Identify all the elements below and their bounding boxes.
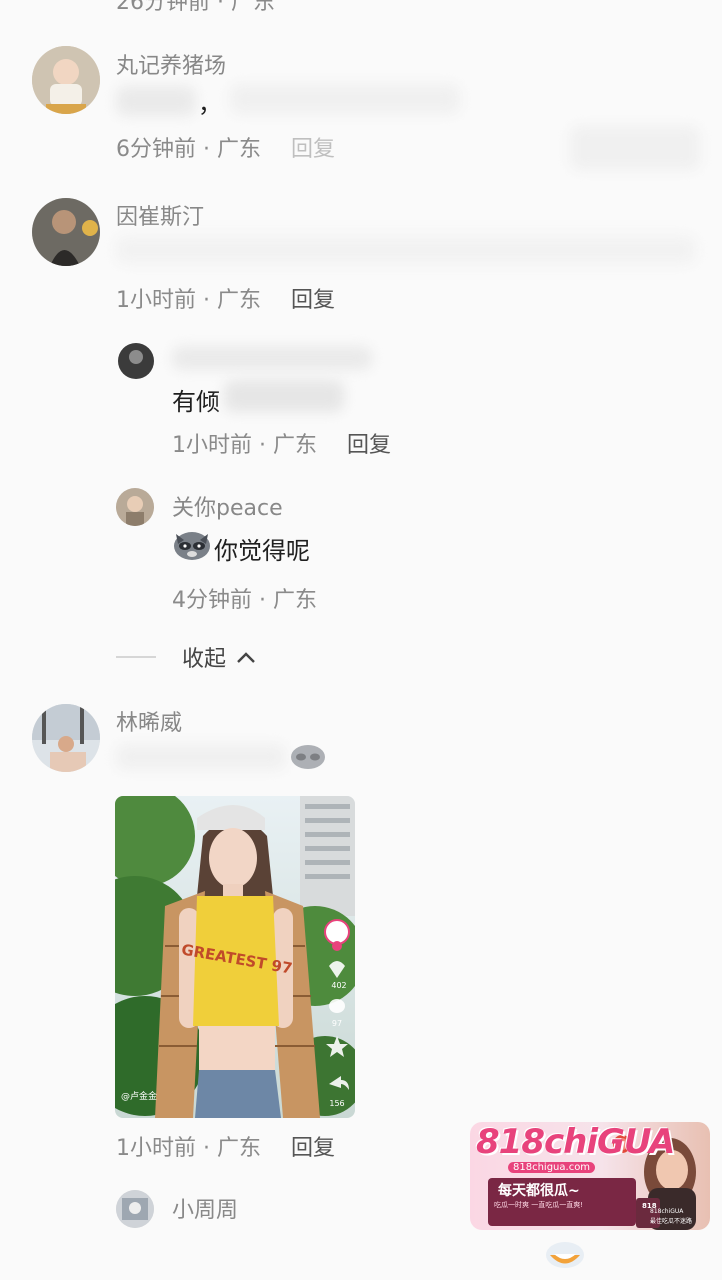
- comment-username[interactable]: 小周周: [172, 1192, 238, 1224]
- avatar[interactable]: [116, 488, 154, 526]
- avatar-image: [116, 488, 154, 526]
- avatar[interactable]: [32, 198, 100, 266]
- previous-comment-meta: 26分钟前 · 广东: [116, 0, 275, 15]
- blurred-reply-text: [224, 380, 344, 412]
- ad-tagline-sub: 最佳吃瓜不迷路: [650, 1218, 693, 1225]
- video-author: @卢金金: [121, 1090, 157, 1102]
- avatar-image: [118, 343, 154, 379]
- comment-location: 广东: [216, 288, 261, 313]
- comment-meta: 6分钟前 · 广东 回复: [116, 137, 336, 162]
- comment-location: 广东: [216, 1136, 261, 1161]
- reply-username[interactable]: 关你peace: [172, 490, 283, 522]
- collapse-label: 收起: [182, 647, 227, 672]
- comment-time: 1小时前: [116, 288, 196, 313]
- comment-count: 97: [332, 1019, 342, 1028]
- blurred-comment-text: [116, 236, 696, 264]
- ad-tagline: 818chiGUA: [650, 1208, 684, 1215]
- reply-button[interactable]: 回复: [291, 288, 335, 313]
- reply-location: 广东: [272, 588, 317, 613]
- reply-button[interactable]: 回复: [291, 1136, 335, 1161]
- raccoon-emoji-icon: [288, 742, 328, 770]
- comment-username[interactable]: 丸记养猪场: [116, 48, 226, 80]
- blurred-like-area: [570, 126, 700, 170]
- reply-time: 1小时前: [172, 433, 252, 458]
- avatar-image: [32, 198, 100, 266]
- ad-slogan: 每天都很瓜~: [498, 1183, 580, 1199]
- blurred-reply-username: [172, 346, 372, 370]
- avatar[interactable]: [118, 343, 154, 379]
- comment-text: ，: [198, 90, 222, 118]
- reply-meta: 1小时前 · 广东 回复: [172, 433, 392, 458]
- reply-meta: 4分钟前 · 广东: [172, 588, 317, 613]
- comment-meta: 1小时前 · 广东 回复: [116, 288, 336, 313]
- blurred-comment-text: [116, 86, 196, 116]
- comment-username[interactable]: 因崔斯汀: [116, 199, 204, 231]
- reply-location: 广东: [272, 433, 317, 458]
- comment-meta: 1小时前 · 广东 回复: [116, 1136, 336, 1161]
- ad-banner[interactable]: 818chiGUA 818chigua.com 每天都很瓜~ 吃瓜一时爽 一直吃…: [470, 1122, 710, 1230]
- reply-text: 你觉得呢: [214, 537, 310, 565]
- comment-time: 6分钟前: [116, 137, 196, 162]
- avatar[interactable]: [32, 46, 100, 114]
- avatar[interactable]: [32, 704, 100, 772]
- raccoon-emoji-icon: [172, 528, 212, 562]
- avatar-image: [32, 46, 100, 114]
- collapse-replies-button[interactable]: 收起: [116, 641, 256, 673]
- emoji-icon[interactable]: [544, 1240, 586, 1270]
- avatar-image: [32, 704, 100, 772]
- avatar-image: [116, 1190, 154, 1228]
- reply-button[interactable]: 回复: [347, 433, 391, 458]
- reply-text: 有倾: [172, 388, 220, 416]
- avatar[interactable]: [116, 1190, 154, 1228]
- blurred-comment-text: [116, 744, 286, 770]
- chevron-up-icon: [237, 652, 255, 663]
- video-thumbnail[interactable]: GREATEST 97 402 97 156 @卢金金: [115, 796, 355, 1118]
- share-count: 156: [329, 1099, 344, 1108]
- ad-sub-slogan: 吃瓜一时爽 一直吃瓜一直爽!: [494, 1201, 584, 1209]
- blurred-comment-text: [230, 84, 460, 114]
- like-count: 402: [331, 981, 346, 990]
- video-image: GREATEST 97 402 97 156 @卢金金: [115, 796, 355, 1118]
- reply-button[interactable]: 回复: [291, 137, 335, 162]
- reply-time: 4分钟前: [172, 588, 252, 613]
- divider: [116, 656, 156, 658]
- comment-time: 1小时前: [116, 1136, 196, 1161]
- comment-username[interactable]: 林晞威: [116, 705, 182, 737]
- comment-location: 广东: [216, 137, 261, 162]
- ad-url: 818chigua.com: [508, 1162, 596, 1173]
- ad-brand-logo: 818chiGUA: [476, 1122, 675, 1162]
